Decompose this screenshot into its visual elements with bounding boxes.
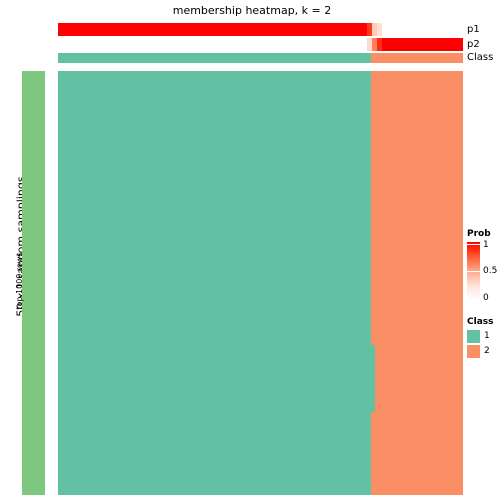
annotation-track-p1 bbox=[58, 23, 463, 36]
class-legend-title: Class bbox=[467, 317, 494, 327]
heatmap-block bbox=[371, 71, 463, 345]
annotation-track-p2 bbox=[58, 38, 463, 51]
annotation-label-p1: p1 bbox=[467, 24, 480, 35]
annotation-segment bbox=[58, 53, 372, 63]
annotation-track-class bbox=[58, 53, 463, 63]
heatmap-block bbox=[58, 71, 372, 345]
class-legend-label-2: 2 bbox=[484, 346, 490, 356]
class-legend-entry-1: 1 bbox=[467, 330, 504, 343]
class-legend-entry-2: 2 bbox=[467, 345, 504, 358]
annotation-label-class: Class bbox=[467, 52, 494, 63]
annotation-segment bbox=[371, 53, 463, 63]
prob-tick-label-min: 0 bbox=[483, 293, 489, 303]
annotation-segment bbox=[58, 23, 367, 36]
prob-legend: 1 0.5 0 bbox=[467, 240, 504, 304]
annotation-segment bbox=[58, 38, 367, 51]
prob-legend-title: Prob bbox=[467, 229, 491, 239]
heatmap-block bbox=[58, 344, 376, 412]
annotation-segment bbox=[382, 23, 463, 36]
heatmap-block bbox=[371, 411, 463, 495]
prob-tick-label-mid: 0.5 bbox=[483, 266, 498, 276]
heatmap-block bbox=[58, 411, 372, 495]
class-legend: Class 1 2 bbox=[467, 316, 504, 358]
class-swatch-2 bbox=[467, 345, 480, 358]
annotation-segment bbox=[382, 38, 463, 51]
annotation-label-p2: p2 bbox=[467, 39, 480, 50]
row-split-bar bbox=[22, 71, 45, 495]
heatmap-block bbox=[375, 344, 463, 412]
legend-area: Prob 1 0.5 0 Class 1 2 bbox=[467, 228, 504, 360]
prob-tick-label-max: 1 bbox=[483, 240, 489, 250]
heatmap-body bbox=[58, 71, 463, 495]
prob-tick-mid bbox=[467, 271, 480, 272]
class-swatch-1 bbox=[467, 330, 480, 343]
page-title: membership heatmap, k = 2 bbox=[172, 4, 332, 17]
row-split-label: top 1000 rows bbox=[15, 252, 24, 310]
class-legend-label-1: 1 bbox=[484, 331, 490, 341]
prob-tick-max bbox=[467, 244, 480, 245]
